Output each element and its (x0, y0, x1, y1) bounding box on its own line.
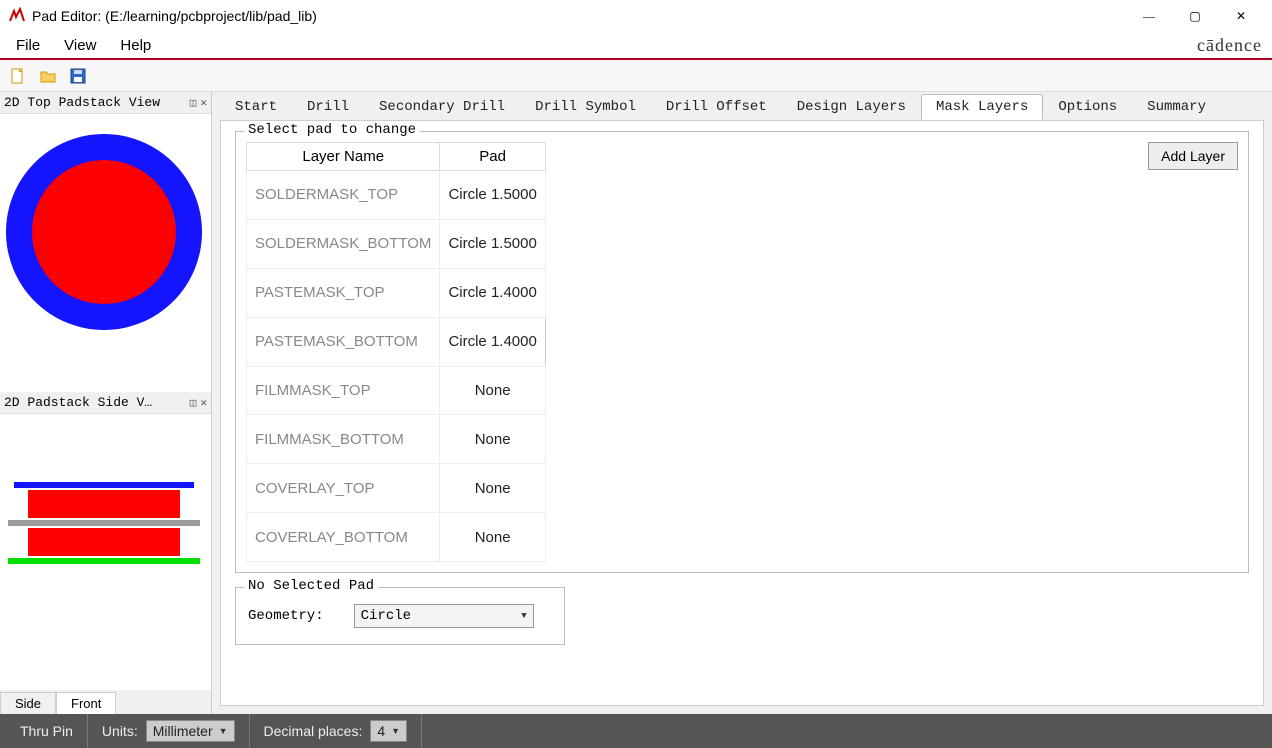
new-file-icon[interactable] (8, 66, 28, 86)
window-controls: — ▢ ✕ (1126, 0, 1264, 32)
table-row[interactable]: COVERLAY_BOTTOMNone (247, 513, 546, 562)
layer-name-cell: SOLDERMASK_TOP (247, 171, 440, 220)
side-tab-front[interactable]: Front (56, 692, 116, 714)
layer-name-cell: COVERLAY_TOP (247, 464, 440, 513)
right-content: Start Drill Secondary Drill Drill Symbol… (212, 92, 1272, 714)
open-file-icon[interactable] (38, 66, 58, 86)
select-pad-legend: Select pad to change (244, 122, 420, 138)
panel-float-icon[interactable]: ◫ (190, 96, 197, 110)
side-padstack-view-panel: 2D Padstack Side V… ◫ ✕ Side Front (0, 392, 211, 714)
table-row[interactable]: FILMMASK_TOPNone (247, 366, 546, 415)
table-row[interactable]: FILMMASK_BOTTOMNone (247, 415, 546, 464)
table-row[interactable]: PASTEMASK_BOTTOMCircle 1.4000 (247, 317, 546, 366)
layer-name-cell: PASTEMASK_BOTTOM (247, 317, 440, 366)
toolbar (0, 60, 1272, 92)
tab-content: Select pad to change Layer Name Pad SOLD… (220, 120, 1264, 706)
pad-cell[interactable]: None (440, 366, 545, 415)
geometry-select[interactable]: Circle ▼ (354, 604, 534, 628)
pad-cell[interactable]: None (440, 513, 545, 562)
decimal-value: 4 (377, 723, 385, 739)
chevron-down-icon: ▼ (391, 726, 400, 736)
layer-name-cell: COVERLAY_BOTTOM (247, 513, 440, 562)
tab-secondary-drill[interactable]: Secondary Drill (364, 94, 520, 120)
menu-help[interactable]: Help (108, 33, 163, 58)
menubar: File View Help (4, 33, 163, 58)
layer-name-cell: PASTEMASK_TOP (247, 268, 440, 317)
tab-start[interactable]: Start (220, 94, 292, 120)
tab-drill[interactable]: Drill (292, 94, 364, 120)
side-view-tabs: Side Front (0, 690, 211, 714)
chevron-down-icon: ▼ (219, 726, 228, 736)
add-layer-button[interactable]: Add Layer (1148, 142, 1238, 170)
units-value: Millimeter (153, 723, 213, 739)
pad-cell[interactable]: None (440, 464, 545, 513)
pad-cell[interactable]: Circle 1.4000 (440, 317, 545, 366)
layer-name-cell: SOLDERMASK_BOTTOM (247, 219, 440, 268)
units-label: Units: (102, 723, 138, 739)
top-padstack-view-panel: 2D Top Padstack View ◫ ✕ (0, 92, 211, 392)
table-row[interactable]: SOLDERMASK_TOPCircle 1.5000 (247, 171, 546, 220)
layer-table: Layer Name Pad SOLDERMASK_TOPCircle 1.50… (246, 142, 546, 562)
main-area: 2D Top Padstack View ◫ ✕ 2D Padstack Sid… (0, 92, 1272, 714)
pad-cell[interactable]: Circle 1.5000 (440, 171, 545, 220)
col-layer-name: Layer Name (247, 143, 440, 171)
geometry-label: Geometry: (248, 608, 324, 624)
pad-cell[interactable]: Circle 1.5000 (440, 219, 545, 268)
no-selected-pad-fieldset: No Selected Pad Geometry: Circle ▼ (235, 587, 565, 645)
panel-close-icon[interactable]: ✕ (200, 396, 207, 410)
tab-summary[interactable]: Summary (1132, 94, 1221, 120)
pad-cell[interactable]: None (440, 415, 545, 464)
table-row[interactable]: COVERLAY_TOPNone (247, 464, 546, 513)
maximize-button[interactable]: ▢ (1172, 0, 1218, 32)
panel-float-icon[interactable]: ◫ (190, 396, 197, 410)
table-row[interactable]: SOLDERMASK_BOTTOMCircle 1.5000 (247, 219, 546, 268)
tab-drill-offset[interactable]: Drill Offset (651, 94, 782, 120)
top-padstack-preview (4, 122, 204, 342)
top-view-title: 2D Top Padstack View (4, 95, 160, 110)
col-pad: Pad (440, 143, 545, 171)
chevron-down-icon: ▼ (521, 611, 526, 621)
menu-file[interactable]: File (4, 33, 52, 58)
status-pin-type: Thru Pin (6, 714, 88, 748)
tab-mask-layers[interactable]: Mask Layers (921, 94, 1043, 120)
statusbar: Thru Pin Units: Millimeter ▼ Decimal pla… (0, 714, 1272, 748)
geometry-value: Circle (361, 608, 411, 624)
pad-cell[interactable]: Circle 1.4000 (440, 268, 545, 317)
no-selected-pad-legend: No Selected Pad (244, 578, 378, 594)
panel-close-icon[interactable]: ✕ (200, 96, 207, 110)
tab-drill-symbol[interactable]: Drill Symbol (520, 94, 651, 120)
window-title: Pad Editor: (E:/learning/pcbproject/lib/… (32, 8, 1126, 24)
menu-view[interactable]: View (52, 33, 108, 58)
select-pad-fieldset: Select pad to change Layer Name Pad SOLD… (235, 131, 1249, 573)
close-button[interactable]: ✕ (1218, 0, 1264, 32)
brand-logo: cādence (1197, 35, 1268, 56)
app-icon (8, 7, 26, 25)
side-view-header: 2D Padstack Side V… ◫ ✕ (0, 392, 211, 414)
left-panels: 2D Top Padstack View ◫ ✕ 2D Padstack Sid… (0, 92, 212, 714)
tab-options[interactable]: Options (1043, 94, 1132, 120)
main-tabs: Start Drill Secondary Drill Drill Symbol… (212, 92, 1272, 120)
save-file-icon[interactable] (68, 66, 88, 86)
minimize-button[interactable]: — (1126, 0, 1172, 32)
side-view-title: 2D Padstack Side V… (4, 395, 152, 410)
decimal-label: Decimal places: (264, 723, 363, 739)
decimal-select[interactable]: 4 ▼ (370, 720, 407, 742)
side-padstack-preview (4, 442, 204, 642)
units-select[interactable]: Millimeter ▼ (146, 720, 235, 742)
titlebar: Pad Editor: (E:/learning/pcbproject/lib/… (0, 0, 1272, 32)
layer-name-cell: FILMMASK_BOTTOM (247, 415, 440, 464)
layer-name-cell: FILMMASK_TOP (247, 366, 440, 415)
tab-design-layers[interactable]: Design Layers (782, 94, 921, 120)
side-tab-side[interactable]: Side (0, 692, 56, 714)
table-row[interactable]: PASTEMASK_TOPCircle 1.4000 (247, 268, 546, 317)
menubar-row: File View Help cādence (0, 32, 1272, 60)
top-view-header: 2D Top Padstack View ◫ ✕ (0, 92, 211, 114)
